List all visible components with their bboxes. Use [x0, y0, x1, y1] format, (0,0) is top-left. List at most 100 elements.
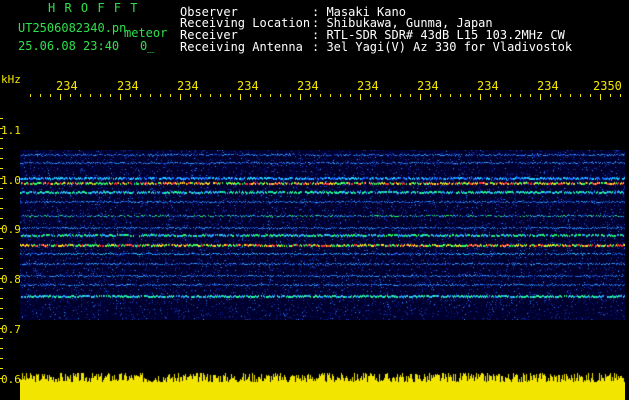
x-tick-mark [390, 94, 391, 97]
x-tick-mark [310, 94, 311, 97]
y-tick-mark [0, 158, 3, 159]
x-tick-mark [130, 94, 131, 97]
y-tick-mark [0, 138, 3, 139]
x-tick-mark [40, 94, 41, 97]
x-tick-mark [100, 94, 101, 97]
x-tick-mark [180, 94, 181, 100]
y-tick-label: 0.8 [1, 273, 21, 286]
y-tick-mark [0, 378, 3, 379]
datetime-label: 25.06.08 23:40 [18, 39, 120, 53]
x-tick-label: 234 [237, 79, 259, 93]
x-tick-mark [60, 94, 61, 100]
y-tick-label: 0.9 [1, 223, 21, 236]
x-tick-mark [200, 94, 201, 97]
y-tick-mark [0, 188, 3, 189]
y-tick-mark [0, 338, 3, 339]
x-tick-mark [550, 94, 551, 97]
y-tick-mark [0, 288, 3, 289]
x-tick-mark [170, 94, 171, 97]
x-tick-mark [450, 94, 451, 97]
x-tick-mark [290, 94, 291, 97]
y-tick-mark [0, 178, 3, 179]
x-tick-mark [120, 94, 121, 100]
x-tick-mark [330, 94, 331, 97]
x-tick-mark [530, 94, 531, 97]
x-tick-mark [140, 94, 141, 97]
y-tick-label: 1.1 [1, 124, 21, 137]
y-tick-mark [0, 318, 3, 319]
y-tick-mark [0, 128, 3, 129]
x-tick-mark [590, 94, 591, 97]
x-tick-label: 234 [417, 79, 439, 93]
x-tick-mark [280, 94, 281, 97]
x-tick-mark [430, 94, 431, 97]
y-tick-mark [0, 168, 3, 169]
x-tick-mark [480, 94, 481, 100]
x-tick-mark [500, 94, 501, 97]
y-tick-mark [0, 268, 3, 269]
x-tick-mark [320, 94, 321, 97]
x-tick-mark [460, 94, 461, 97]
y-tick-mark [0, 148, 3, 149]
x-tick-mark [420, 94, 421, 100]
x-tick-mark [440, 94, 441, 97]
x-tick-mark [600, 94, 601, 100]
y-tick-mark [0, 358, 3, 359]
x-tick-mark [620, 94, 621, 97]
x-tick-label: 234 [177, 79, 199, 93]
y-tick-mark [0, 238, 3, 239]
y-tick-mark [0, 248, 3, 249]
x-tick-mark [190, 94, 191, 97]
y-tick-mark [0, 328, 3, 329]
x-tick-mark [220, 94, 221, 97]
x-tick-mark [210, 94, 211, 97]
x-tick-mark [540, 94, 541, 100]
y-unit-label: kHz [1, 73, 21, 86]
x-tick-label: 234 [56, 79, 78, 93]
antenna-value: : 3el Yagi(V) Az 330 for Vladivostok [312, 40, 573, 54]
x-tick-mark [580, 94, 581, 97]
x-tick-mark [410, 94, 411, 97]
flag-label: 0_ [140, 39, 155, 53]
x-tick-mark [360, 94, 361, 100]
y-tick-label: 0.7 [1, 323, 21, 336]
x-tick-mark [230, 94, 231, 97]
y-tick-mark [0, 258, 3, 259]
x-tick-mark [250, 94, 251, 97]
y-tick-label: 0.6 [1, 373, 21, 386]
x-tick-mark [520, 94, 521, 97]
x-tick-label: 2350 [593, 79, 622, 93]
y-tick-label: 1.0 [1, 174, 21, 187]
x-tick-label: 234 [477, 79, 499, 93]
x-tick-mark [70, 94, 71, 97]
x-tick-label: 234 [117, 79, 139, 93]
x-tick-mark [570, 94, 571, 97]
x-tick-mark [470, 94, 471, 97]
y-tick-mark [0, 198, 3, 199]
filename-label: UT2506082340.pn [18, 21, 127, 35]
x-tick-mark [260, 94, 261, 97]
x-tick-mark [490, 94, 491, 97]
x-tick-mark [510, 94, 511, 97]
x-tick-label: 234 [537, 79, 559, 93]
x-tick-label: 234 [357, 79, 379, 93]
x-tick-mark [560, 94, 561, 97]
x-tick-mark [350, 94, 351, 97]
y-tick-mark [0, 278, 3, 279]
x-tick-mark [610, 94, 611, 97]
brand-title: H R O F F T [48, 1, 139, 15]
x-tick-mark [400, 94, 401, 97]
x-tick-mark [370, 94, 371, 97]
x-tick-mark [110, 94, 111, 97]
y-tick-mark [0, 228, 3, 229]
spectrogram [20, 150, 625, 320]
x-tick-label: 234 [297, 79, 319, 93]
x-tick-mark [160, 94, 161, 97]
y-tick-mark [0, 308, 3, 309]
x-tick-mark [50, 94, 51, 97]
x-tick-mark [270, 94, 271, 97]
y-tick-mark [0, 208, 3, 209]
x-tick-mark [90, 94, 91, 97]
y-tick-mark [0, 368, 3, 369]
antenna-label: Receiving Antenna [180, 40, 303, 54]
